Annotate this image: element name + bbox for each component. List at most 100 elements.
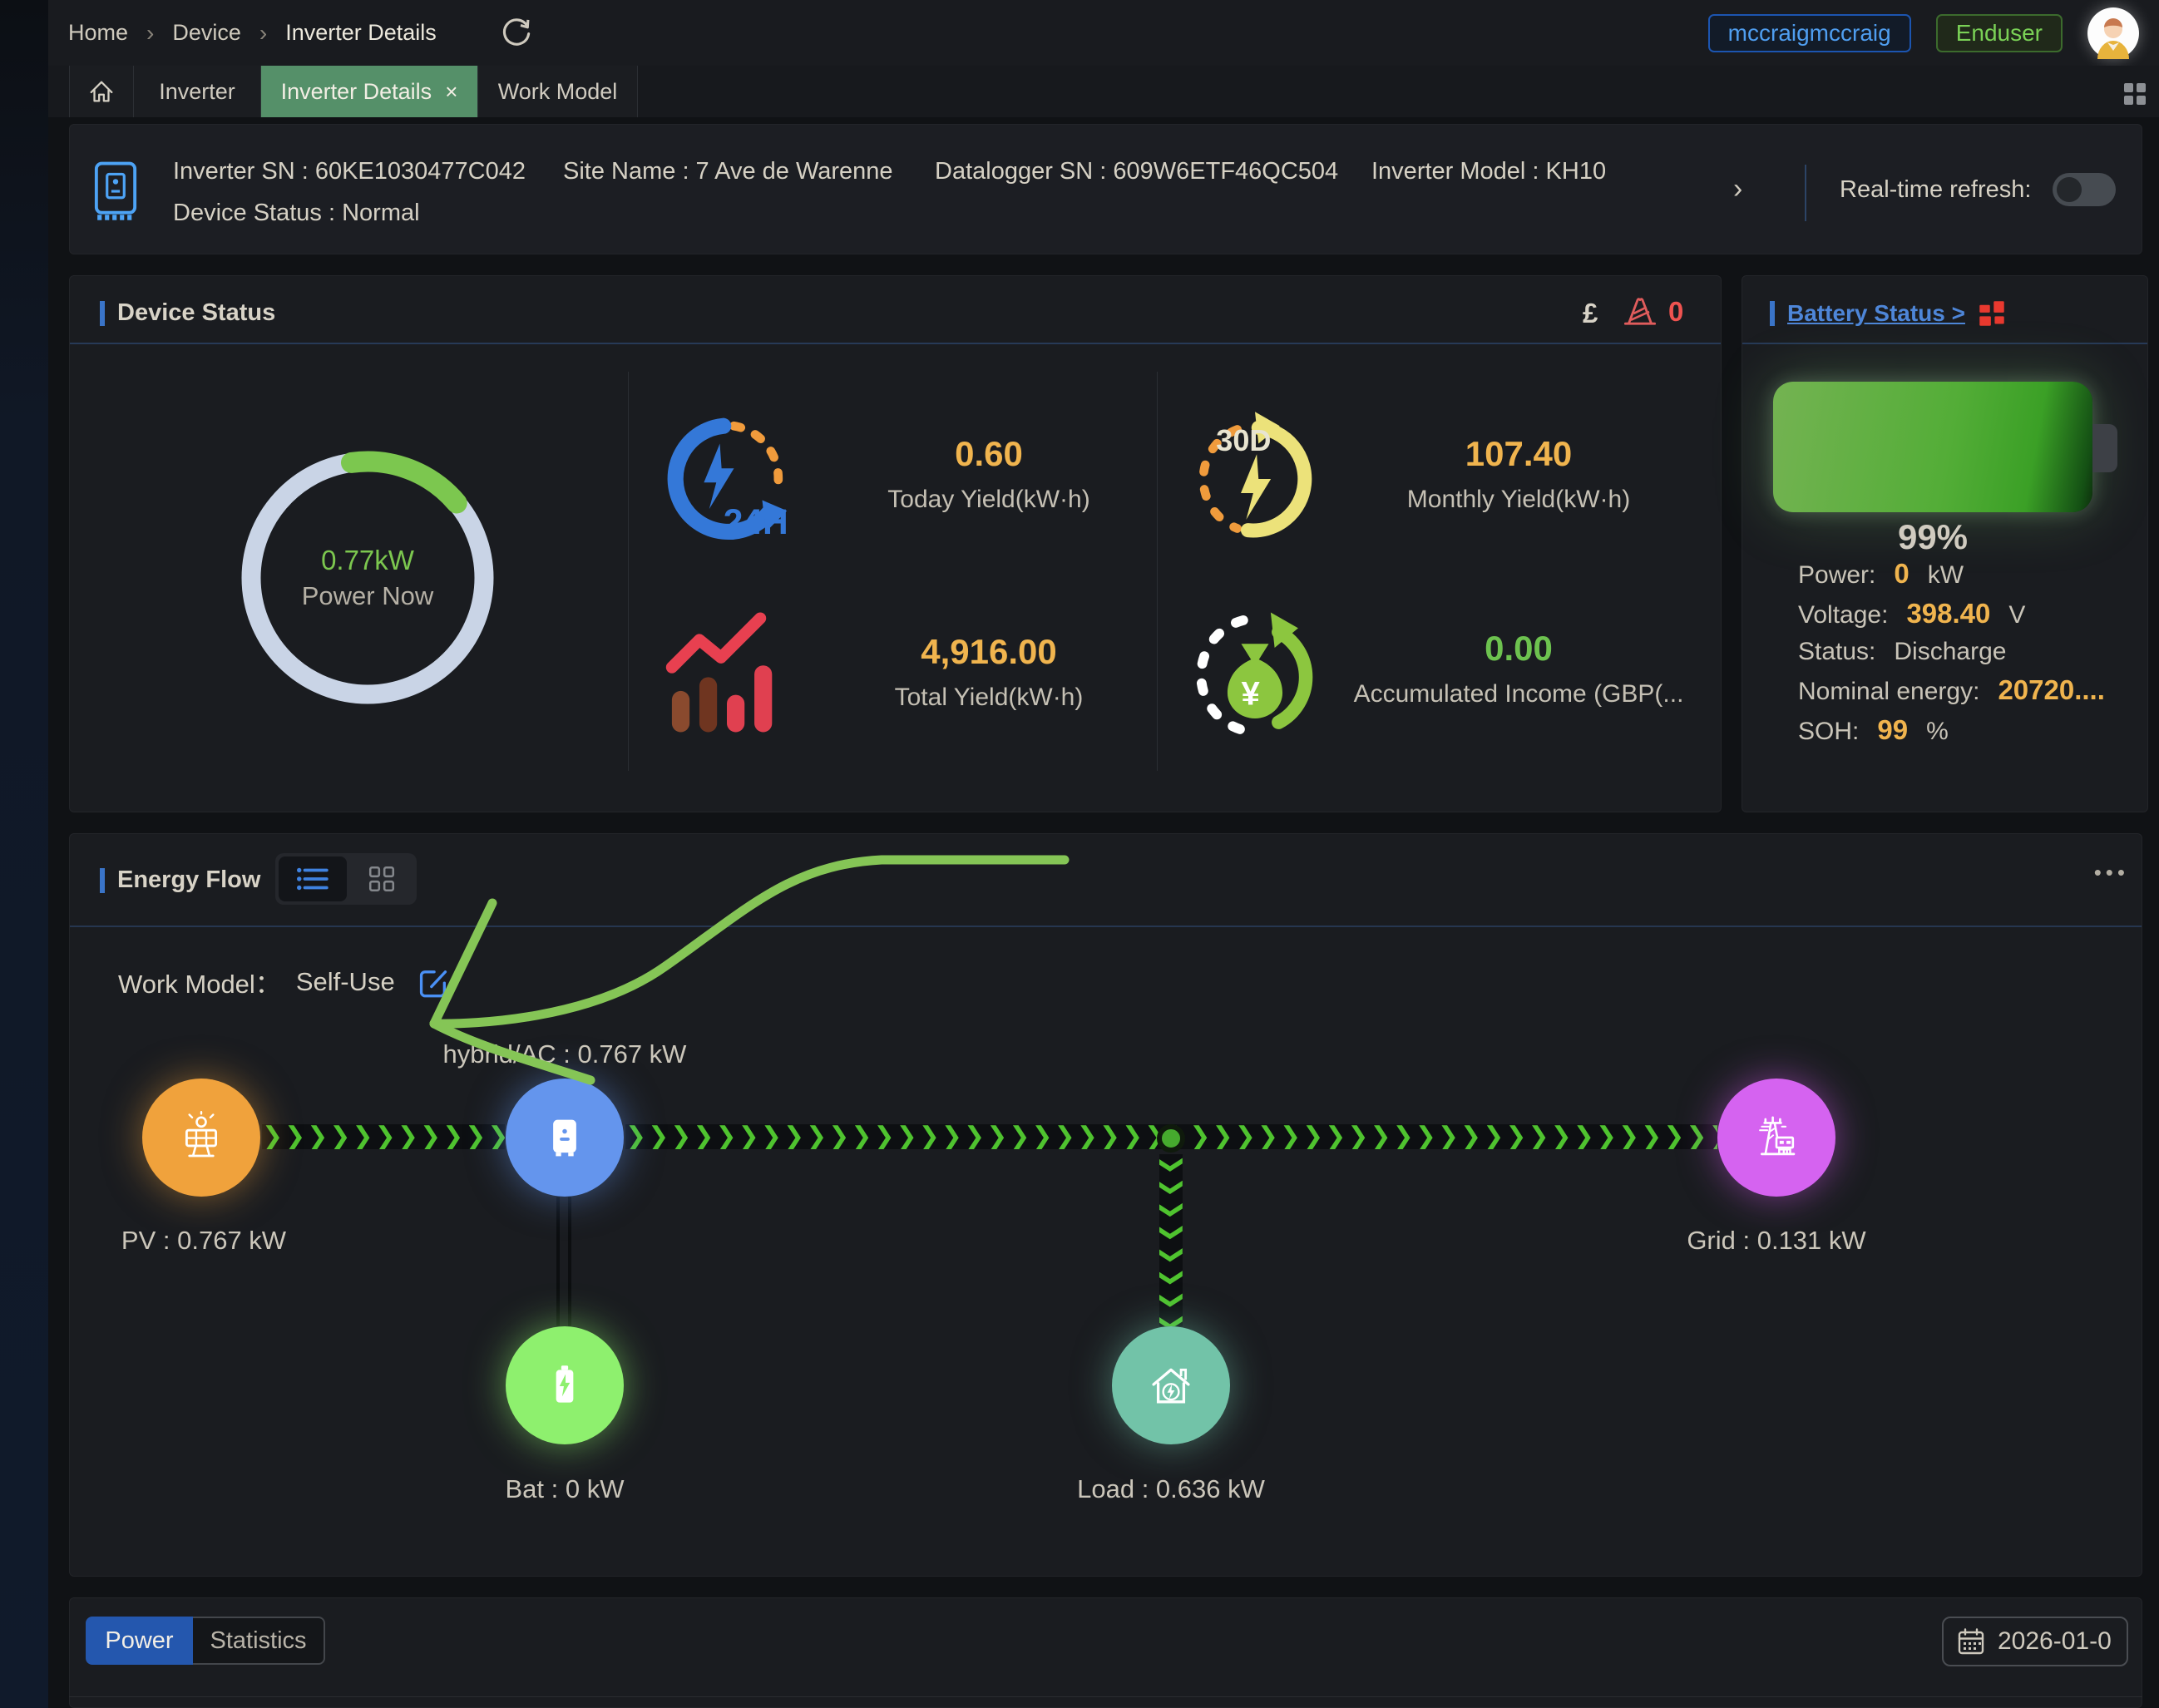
- section-tick: [100, 868, 105, 893]
- battery-power-value: 0: [1894, 557, 1909, 590]
- battery-dashboard-icon[interactable]: [1978, 299, 2006, 328]
- alarm-cone-icon[interactable]: [1622, 296, 1658, 329]
- inverter-icon: [538, 1111, 591, 1164]
- svg-text:¥: ¥: [1241, 674, 1260, 712]
- more-options-button[interactable]: •••: [2063, 860, 2129, 886]
- inverter-model: Inverter Model : KH10: [1371, 158, 1606, 185]
- tab-home[interactable]: [69, 66, 134, 117]
- today-yield-label: Today Yield(kW·h): [756, 486, 1222, 514]
- calendar-icon: [1957, 1627, 1985, 1656]
- refresh-icon[interactable]: [500, 17, 533, 50]
- tab-work-model[interactable]: Work Model: [478, 66, 638, 117]
- battery-status-row: Status: Discharge: [1798, 635, 2006, 669]
- list-view-button[interactable]: [279, 856, 347, 901]
- tab-statistics[interactable]: Statistics: [193, 1617, 325, 1665]
- device-status: Device Status : Normal: [173, 200, 420, 227]
- breadcrumb-home[interactable]: Home: [68, 20, 128, 46]
- battery-voltage-row: Voltage: 398.40 V: [1798, 597, 2025, 632]
- tab-power[interactable]: Power: [86, 1617, 193, 1665]
- currency-icon[interactable]: £: [1583, 298, 1598, 329]
- monthly-yield-value: 107.40: [1286, 434, 1751, 474]
- grid-node: [1717, 1079, 1835, 1197]
- view-toggle-group: [275, 853, 417, 905]
- battery-node: [506, 1326, 624, 1444]
- bat-node-label: Bat : 0 kW: [382, 1474, 748, 1504]
- battery-icon: [539, 1360, 590, 1411]
- battery-status-value: Discharge: [1894, 635, 2006, 669]
- monthly-yield-metric: 107.40 Monthly Yield(kW·h): [1286, 434, 1751, 514]
- breadcrumb-separator: ›: [259, 20, 267, 47]
- inverter-details-page: Home › Device › Inverter Details mccraig…: [0, 0, 2159, 1708]
- edit-work-model-icon[interactable]: [417, 965, 450, 999]
- role-button[interactable]: Enduser: [1936, 14, 2063, 52]
- divider: [628, 372, 629, 771]
- site-name: Site Name : 7 Ave de Warenne: [563, 158, 893, 185]
- pv-node: [142, 1079, 260, 1197]
- username-button[interactable]: mccraigmccraig: [1708, 14, 1911, 52]
- avatar[interactable]: [2087, 7, 2139, 59]
- total-yield-metric: 4,916.00 Total Yield(kW·h): [756, 632, 1222, 712]
- alarm-count-badge[interactable]: 0: [1668, 296, 1683, 328]
- solar-panel-icon: [174, 1110, 229, 1165]
- list-view-icon: [295, 866, 330, 892]
- work-model-row: Work Model： Self-Use: [118, 963, 450, 1000]
- today-yield-value: 0.60: [756, 434, 1222, 474]
- tab-label: Inverter Details: [281, 79, 432, 105]
- battery-power-unit: kW: [1928, 559, 1964, 592]
- home-load-icon: [1144, 1358, 1198, 1413]
- bottom-tabs: Power Statistics: [86, 1617, 325, 1665]
- hybrid-node-label: hybrid/AC : 0.767 kW: [382, 1039, 748, 1069]
- work-model-label: Work Model：: [118, 963, 281, 1000]
- expand-chevron-icon[interactable]: ›: [1733, 173, 1742, 205]
- power-grid-icon: [1749, 1110, 1804, 1165]
- battery-status-link[interactable]: Battery Status >: [1787, 300, 1965, 327]
- battery-soh-value: 99: [1877, 713, 1908, 747]
- inverter-device-icon: [91, 161, 141, 221]
- load-node-label: Load : 0.636 kW: [988, 1474, 1354, 1504]
- apps-grid-icon[interactable]: [2121, 79, 2149, 107]
- accumulated-income-label: Accumulated Income (GBP(...: [1286, 680, 1751, 708]
- section-tick: [1770, 301, 1775, 326]
- tab-label: Work Model: [498, 79, 618, 105]
- svg-text:30D: 30D: [1216, 423, 1271, 457]
- accumulated-income-value: 0.00: [1286, 629, 1751, 669]
- flow-arrows-to-load: ❯❯❯❯❯❯❯❯❯❯❯❯❯❯❯❯❯❯❯❯: [1159, 1154, 1183, 1326]
- gauge-text: 0.77kW Power Now: [239, 545, 497, 611]
- total-yield-label: Total Yield(kW·h): [756, 684, 1222, 712]
- grid-view-button[interactable]: [347, 853, 417, 905]
- breadcrumb-device[interactable]: Device: [172, 20, 241, 46]
- tab-bar: Inverter Inverter Details × Work Model: [48, 66, 2159, 117]
- battery-soh-row: SOH: 99 %: [1798, 713, 1949, 748]
- energy-flow-title: Energy Flow: [117, 866, 260, 894]
- battery-level-graphic: [1773, 382, 2092, 512]
- battery-terminal: [2092, 424, 2117, 472]
- chart-top-line: [69, 1696, 2142, 1697]
- pv-node-label: PV : 0.767 kW: [21, 1226, 387, 1256]
- battery-status-label: Status:: [1798, 635, 1875, 669]
- hybrid-inverter-node: [506, 1079, 624, 1197]
- breadcrumb-separator: ›: [146, 20, 154, 47]
- left-edge-strip: [0, 0, 48, 1708]
- device-info-panel: Inverter SN : 60KE1030477C042 Site Name …: [69, 124, 2142, 254]
- tab-inverter[interactable]: Inverter: [134, 66, 261, 117]
- power-now-value: 0.77kW: [239, 545, 497, 576]
- close-tab-icon[interactable]: ×: [445, 79, 457, 105]
- breadcrumb: Home › Device › Inverter Details: [68, 17, 533, 50]
- header-actions: mccraigmccraig Enduser: [1708, 7, 2139, 59]
- energy-flow-panel: [69, 833, 2142, 1577]
- today-yield-metric: 0.60 Today Yield(kW·h): [756, 434, 1222, 514]
- grid-view-icon: [367, 864, 397, 894]
- battery-power-row: Power: 0 kW: [1798, 557, 1964, 592]
- battery-connector-line: [568, 1197, 571, 1326]
- divider: [1805, 165, 1806, 221]
- realtime-refresh-toggle[interactable]: [2053, 173, 2116, 206]
- date-picker[interactable]: 2026-01-0: [1942, 1617, 2128, 1666]
- accumulated-income-metric: 0.00 Accumulated Income (GBP(...: [1286, 629, 1751, 708]
- total-yield-value: 4,916.00: [756, 632, 1222, 672]
- tab-inverter-details[interactable]: Inverter Details ×: [261, 66, 478, 117]
- device-status-title: Device Status: [117, 299, 275, 327]
- monthly-yield-label: Monthly Yield(kW·h): [1286, 486, 1751, 514]
- realtime-refresh-label: Real-time refresh:: [1840, 176, 2031, 204]
- flow-arrows-pv-to-inverter: ❯❯❯❯❯❯❯❯❯❯❯❯❯❯❯❯❯❯❯❯❯❯❯❯❯❯❯❯❯❯❯❯❯❯❯❯❯❯❯❯: [262, 1124, 505, 1149]
- battery-nominal-value: 20720....: [1998, 674, 2104, 707]
